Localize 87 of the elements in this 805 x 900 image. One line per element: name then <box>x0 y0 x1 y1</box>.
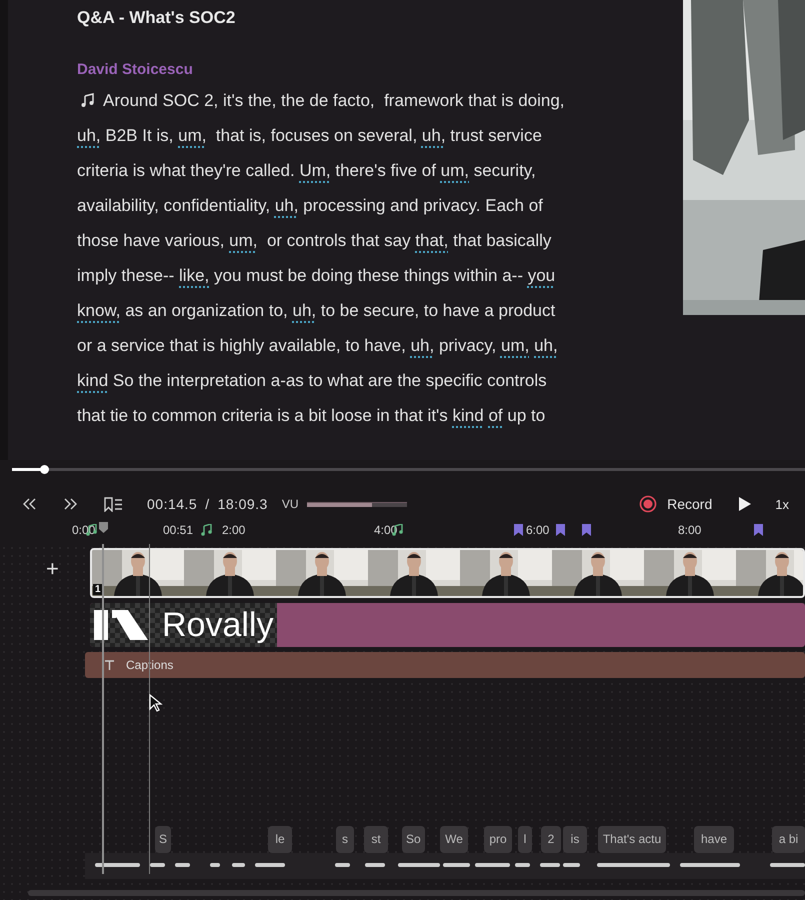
word-chip[interactable]: le <box>268 826 292 853</box>
filler-word[interactable]: um, <box>178 118 206 153</box>
rewind-icon <box>22 498 37 510</box>
filler-word[interactable]: um, <box>229 223 258 258</box>
word-chip[interactable]: 2 <box>541 826 561 853</box>
filler-word[interactable]: Um, <box>299 153 331 188</box>
word-chip[interactable]: S <box>155 826 172 853</box>
time-label: 8:00 <box>678 523 702 537</box>
filler-word[interactable]: you <box>528 258 556 293</box>
filler-word[interactable]: uh, <box>410 328 434 363</box>
current-time: 00:14.5 <box>147 496 198 512</box>
music-note-icon <box>81 93 95 108</box>
word-chip[interactable]: That's actu <box>598 826 666 853</box>
video-clip[interactable]: 1 <box>90 548 805 598</box>
transcript-text[interactable]: criteria is what they're called. <box>77 153 300 188</box>
vu-label: VU <box>282 497 298 511</box>
filler-word[interactable]: uh, <box>77 118 101 153</box>
transcript-text[interactable]: that is, focuses on several, <box>206 118 422 153</box>
speaker-name: David Stoicescu <box>77 61 194 80</box>
scrub-handle[interactable] <box>40 465 49 474</box>
transcript-text[interactable]: availability, confidentiality, <box>77 188 275 223</box>
add-track-button[interactable]: + <box>42 556 63 582</box>
time-separator: / <box>205 496 210 512</box>
transcript-text[interactable]: privacy, <box>434 328 501 363</box>
word-chip[interactable]: is <box>563 826 587 853</box>
transcript-text[interactable]: to be secure, to have a product <box>316 293 556 328</box>
transcript-text[interactable]: security, <box>469 153 536 188</box>
transcript-text[interactable]: B2B It is, <box>100 118 178 153</box>
logo-icon <box>94 610 148 640</box>
bookmark-icon <box>556 524 565 536</box>
transcript-text[interactable]: that tie to common criteria is a bit loose in that it's <box>77 398 453 433</box>
time-label: 6:00 <box>526 523 550 537</box>
document-title: Q&A - What's SOC2 <box>77 8 236 29</box>
transcript-text[interactable]: those have various, <box>77 223 230 258</box>
transcript-text[interactable]: up to <box>502 398 546 433</box>
bookmark-list-icon <box>104 496 123 512</box>
transcript-text[interactable]: trust service <box>446 118 542 153</box>
word-chip[interactable]: We <box>440 826 468 853</box>
transcript-text[interactable]: imply these-- <box>77 258 180 293</box>
logo-text: Rovally <box>162 605 274 646</box>
word-chip[interactable]: st <box>364 826 388 853</box>
word-chip[interactable]: a bi <box>772 826 805 853</box>
record-button[interactable]: Record <box>635 491 716 517</box>
logo-clip[interactable]: Rovally <box>90 603 805 647</box>
transcript-text[interactable]: Around SOC 2, it's the, the de facto, framework that is doing, <box>103 83 565 118</box>
word-chip[interactable]: So <box>402 826 425 853</box>
record-icon <box>639 495 658 513</box>
transcript-text[interactable]: or controls that say <box>258 223 416 258</box>
word-chip[interactable]: have <box>694 826 734 853</box>
filler-word[interactable]: like, <box>179 258 210 293</box>
filler-word[interactable]: kind <box>77 363 108 398</box>
scrub-track[interactable] <box>12 468 805 471</box>
play-icon <box>738 497 752 511</box>
text-icon <box>105 660 114 670</box>
word-chip[interactable]: l <box>518 826 532 853</box>
filler-word[interactable]: know, <box>77 293 120 328</box>
transcript-text[interactable]: that basically <box>448 223 552 258</box>
word-chip[interactable]: s <box>336 826 354 853</box>
transcript-text[interactable]: processing and privacy. Each of <box>298 188 543 223</box>
horizontal-scrollbar[interactable] <box>28 890 805 896</box>
music-note-icon <box>201 524 213 536</box>
time-label: 00:51 <box>163 523 194 537</box>
filler-word[interactable]: of <box>488 398 503 433</box>
bookmark-icon <box>514 524 523 536</box>
mouse-cursor-icon <box>149 694 163 713</box>
transcript-text[interactable]: there's five of <box>330 153 441 188</box>
filler-word[interactable]: uh, <box>292 293 316 328</box>
playhead-handle-icon <box>99 522 108 533</box>
filler-word[interactable]: uh, <box>422 118 446 153</box>
transcript-text[interactable]: as an organization to, <box>120 293 292 328</box>
filler-word[interactable]: that, <box>415 223 448 258</box>
filler-word[interactable]: um, <box>440 153 469 188</box>
time-label: 2:00 <box>222 523 246 537</box>
duration: 18:09.3 <box>218 496 268 512</box>
bookmark-icon <box>754 524 763 536</box>
forward-icon <box>63 498 78 510</box>
track-number: 1 <box>93 584 103 595</box>
filler-word[interactable]: uh, <box>274 188 298 223</box>
filler-word[interactable]: uh, <box>534 328 558 363</box>
transcript-text[interactable]: or a service that is highly available, to have, <box>77 328 411 363</box>
transcript-text[interactable]: So the interpretation a-as to what are the specific controls <box>108 363 547 398</box>
filler-word[interactable]: um, <box>500 328 530 363</box>
bookmark-icon <box>582 524 591 536</box>
speed-button[interactable]: 1x <box>771 492 793 516</box>
filler-word[interactable]: kind <box>452 398 484 433</box>
word-chip[interactable]: pro <box>484 826 512 853</box>
transcript-text[interactable]: you must be doing these things within a-- <box>209 258 528 293</box>
